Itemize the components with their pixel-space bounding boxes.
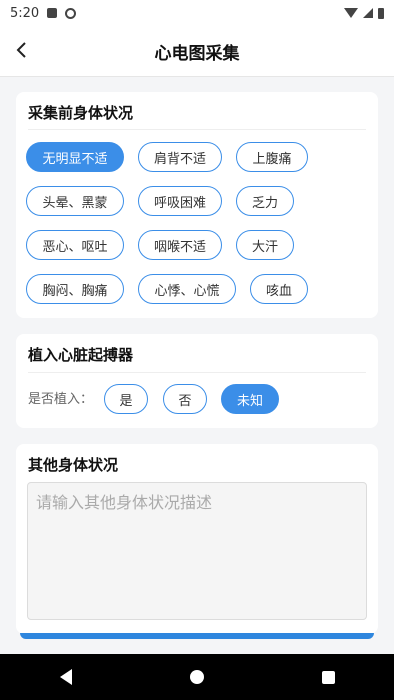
nav-bar: 心电图采集	[0, 26, 394, 77]
system-back-button[interactable]	[46, 657, 86, 697]
submit-button[interactable]	[20, 633, 374, 639]
status-bar: 5:20	[0, 0, 394, 26]
status-time: 5:20	[10, 5, 40, 21]
symptoms-title: 采集前身体状况	[28, 104, 134, 122]
status-left: 5:20	[10, 5, 77, 21]
other-conditions-textarea[interactable]: 请输入其他身体状况描述	[27, 482, 367, 620]
symptom-chip-hemoptysis[interactable]: 咳血	[250, 274, 308, 304]
implant-yes-button[interactable]: 是	[104, 384, 148, 414]
battery-icon	[378, 7, 384, 19]
implant-question-label: 是否植入：	[28, 392, 94, 407]
sync-icon	[65, 7, 77, 19]
recents-square-icon	[321, 670, 335, 684]
system-home-button[interactable]	[177, 657, 217, 697]
symptoms-card: 采集前身体状况 无明显不适 肩背不适 上腹痛 头晕、黑蒙 呼吸困难 乏力 恶心、…	[16, 92, 378, 318]
symptoms-divider	[28, 129, 366, 130]
sd-card-icon	[47, 8, 58, 18]
symptom-chip-palpitation[interactable]: 心悸、心慌	[138, 274, 236, 304]
implant-no-button[interactable]: 否	[163, 384, 207, 414]
symptom-chip-nausea[interactable]: 恶心、呕吐	[26, 230, 124, 260]
other-conditions-card: 其他身体状况 请输入其他身体状况描述	[16, 444, 378, 634]
symptom-chip-chest-pain[interactable]: 胸闷、胸痛	[26, 274, 124, 304]
symptom-chip-shoulder-back[interactable]: 肩背不适	[138, 142, 222, 172]
symptom-chip-dizziness[interactable]: 头晕、黑蒙	[26, 186, 124, 216]
symptom-chip-none[interactable]: 无明显不适	[26, 142, 124, 172]
page-title: 心电图采集	[154, 44, 240, 64]
pacemaker-title: 植入心脏起搏器	[28, 346, 134, 364]
pacemaker-divider	[28, 372, 366, 373]
status-right	[344, 7, 384, 19]
symptom-chip-throat[interactable]: 咽喉不适	[138, 230, 222, 260]
symptom-chip-dyspnea[interactable]: 呼吸困难	[138, 186, 222, 216]
home-circle-icon	[189, 670, 204, 684]
symptom-chip-upper-abdomen[interactable]: 上腹痛	[236, 142, 308, 172]
signal-icon	[363, 8, 373, 18]
wifi-icon	[344, 8, 358, 18]
back-triangle-icon	[59, 669, 72, 685]
implant-unknown-button[interactable]: 未知	[221, 384, 279, 414]
system-nav-bar	[0, 654, 394, 700]
system-recents-button[interactable]	[308, 657, 348, 697]
symptom-chip-sweating[interactable]: 大汗	[236, 230, 294, 260]
symptom-chip-fatigue[interactable]: 乏力	[236, 186, 294, 216]
other-conditions-title: 其他身体状况	[28, 456, 119, 474]
pacemaker-card: 植入心脏起搏器 是否植入： 是 否 未知	[16, 334, 378, 428]
